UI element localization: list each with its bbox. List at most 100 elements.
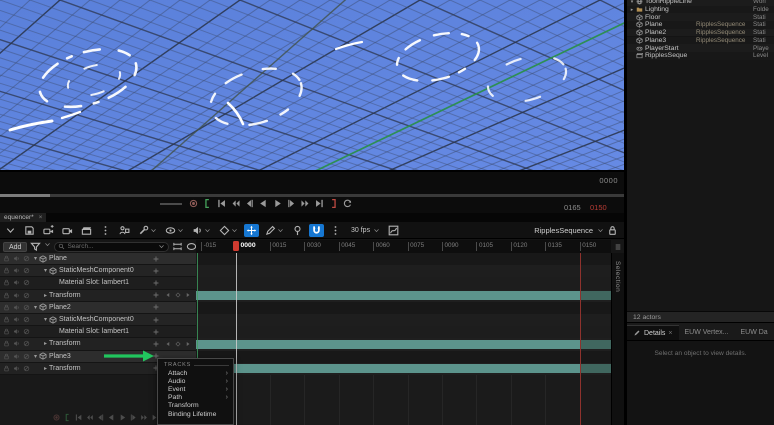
menu-item-event[interactable]: Event› bbox=[158, 385, 233, 393]
search-input[interactable] bbox=[67, 243, 155, 250]
previous-key-icon[interactable] bbox=[165, 341, 171, 347]
outliner-row-lighting[interactable]: ▸LightingFolde bbox=[627, 6, 774, 14]
jump-back-icon[interactable] bbox=[230, 198, 241, 209]
expander-icon[interactable]: ▸ bbox=[42, 340, 49, 347]
mute-icon[interactable] bbox=[13, 365, 20, 372]
mute-icon[interactable] bbox=[13, 279, 20, 286]
keying-settings-diamond-icon[interactable] bbox=[217, 224, 240, 237]
lock-icon[interactable] bbox=[3, 340, 10, 347]
next-key-icon[interactable] bbox=[185, 341, 191, 347]
lock-icon[interactable] bbox=[3, 353, 10, 360]
sequencer-tab[interactable]: equencer* × bbox=[0, 213, 46, 222]
transform-section-bar[interactable] bbox=[196, 291, 611, 300]
bracket-out-icon[interactable] bbox=[328, 198, 339, 209]
mute-icon[interactable] bbox=[13, 353, 20, 360]
expander-icon[interactable]: ▸ bbox=[42, 292, 49, 299]
lock-icon[interactable] bbox=[3, 267, 10, 274]
loop-icon[interactable] bbox=[342, 198, 353, 209]
actions-wrench-icon[interactable] bbox=[136, 224, 159, 237]
lock-icon[interactable] bbox=[607, 225, 618, 236]
outliner-row-plane[interactable]: PlaneRipplesSequenceStati bbox=[627, 21, 774, 29]
chevron-down-icon[interactable] bbox=[597, 227, 604, 234]
jump-forward-icon[interactable] bbox=[300, 198, 311, 209]
play-icon[interactable] bbox=[272, 198, 283, 209]
snap-magnet-icon[interactable] bbox=[309, 224, 324, 237]
mute-icon[interactable] bbox=[13, 304, 20, 311]
fps-dropdown[interactable]: 30 fps bbox=[347, 226, 382, 235]
transform-section-bar[interactable] bbox=[196, 364, 611, 373]
render-movie-icon[interactable] bbox=[79, 224, 94, 237]
tab-euw-vertex-[interactable]: EUW Vertex... bbox=[679, 325, 735, 340]
view-options-eye-icon[interactable] bbox=[163, 224, 186, 237]
add-section-button[interactable] bbox=[152, 279, 160, 287]
tab-details[interactable]: Details× bbox=[627, 325, 679, 340]
add-key-icon[interactable] bbox=[175, 292, 181, 298]
auto-key-icon[interactable] bbox=[244, 224, 259, 237]
expander-icon[interactable]: ▾ bbox=[42, 316, 49, 323]
expander-icon[interactable]: ▾ bbox=[629, 0, 635, 5]
deactivate-icon[interactable] bbox=[23, 279, 30, 286]
3d-viewport[interactable] bbox=[0, 0, 624, 170]
jump-forward-icon[interactable] bbox=[140, 413, 149, 422]
add-section-button[interactable] bbox=[152, 328, 160, 336]
close-icon[interactable]: × bbox=[668, 330, 672, 337]
sequence-breadcrumb[interactable]: RipplesSequence bbox=[534, 226, 593, 235]
slate-icon[interactable] bbox=[22, 224, 37, 237]
expander-icon[interactable]: ▾ bbox=[32, 255, 39, 262]
previous-key-icon[interactable] bbox=[165, 292, 171, 298]
camera-icon[interactable] bbox=[60, 224, 75, 237]
track-row-transform[interactable]: ▸Transform bbox=[0, 290, 196, 302]
mute-icon[interactable] bbox=[13, 255, 20, 262]
curve-editor-icon[interactable] bbox=[386, 224, 401, 237]
menu-item-transform[interactable]: Transform bbox=[158, 402, 233, 410]
track-row-staticmeshcomponent0[interactable]: ▾StaticMeshComponent0 bbox=[0, 265, 196, 277]
track-row-plane2[interactable]: ▾Plane2 bbox=[0, 302, 196, 314]
deactivate-icon[interactable] bbox=[23, 304, 30, 311]
outliner-row-plane2[interactable]: Plane2RipplesSequenceStati bbox=[627, 29, 774, 37]
viewport-scrubber[interactable] bbox=[0, 194, 624, 197]
add-section-button[interactable] bbox=[152, 267, 160, 275]
jump-back-icon[interactable] bbox=[85, 413, 94, 422]
bracket-in-icon[interactable] bbox=[63, 413, 72, 422]
transform-section-bar[interactable] bbox=[196, 340, 611, 349]
step-back-icon[interactable] bbox=[244, 198, 255, 209]
more-dots-icon[interactable] bbox=[98, 224, 113, 237]
director-blueprint-icon[interactable] bbox=[117, 224, 132, 237]
add-track-button[interactable]: Add bbox=[3, 242, 27, 252]
deactivate-icon[interactable] bbox=[23, 267, 30, 274]
deactivate-icon[interactable] bbox=[23, 340, 30, 347]
menu-item-path[interactable]: Path› bbox=[158, 394, 233, 402]
play-reverse-icon[interactable] bbox=[107, 413, 116, 422]
add-section-button[interactable] bbox=[152, 316, 160, 324]
bracket-in-icon[interactable] bbox=[202, 198, 213, 209]
outliner-row-floor[interactable]: FloorStati bbox=[627, 13, 774, 21]
record-icon[interactable] bbox=[52, 413, 61, 422]
deactivate-icon[interactable] bbox=[23, 328, 30, 335]
deactivate-icon[interactable] bbox=[23, 316, 30, 323]
expander-icon[interactable]: ▾ bbox=[32, 304, 39, 311]
step-forward-icon[interactable] bbox=[286, 198, 297, 209]
add-section-button[interactable] bbox=[152, 303, 160, 311]
record-icon[interactable] bbox=[188, 198, 199, 209]
timeline-area[interactable] bbox=[196, 253, 611, 425]
track-row-plane[interactable]: ▾Plane bbox=[0, 253, 196, 265]
deactivate-icon[interactable] bbox=[23, 292, 30, 299]
chevron-down-icon[interactable] bbox=[158, 243, 165, 250]
play-reverse-icon[interactable] bbox=[258, 198, 269, 209]
playhead-line[interactable] bbox=[236, 253, 237, 425]
playback-options-speaker-icon[interactable] bbox=[190, 224, 213, 237]
track-row-staticmeshcomponent0[interactable]: ▾StaticMeshComponent0 bbox=[0, 314, 196, 326]
expander-icon[interactable]: ▸ bbox=[42, 365, 49, 372]
to-end-icon[interactable] bbox=[314, 198, 325, 209]
deactivate-icon[interactable] bbox=[23, 365, 30, 372]
lock-icon[interactable] bbox=[3, 316, 10, 323]
track-row-transform[interactable]: ▸Transform bbox=[0, 338, 196, 350]
mute-icon[interactable] bbox=[13, 292, 20, 299]
tab-close-icon[interactable]: × bbox=[39, 213, 43, 222]
deactivate-icon[interactable] bbox=[23, 255, 30, 262]
step-back-icon[interactable] bbox=[96, 413, 105, 422]
mute-icon[interactable] bbox=[13, 267, 20, 274]
outliner-row-playerstart[interactable]: PlayerStartPlaye bbox=[627, 44, 774, 52]
mute-icon[interactable] bbox=[13, 316, 20, 323]
track-row-material-slot-lambert1[interactable]: Material Slot: lambert1 bbox=[0, 326, 196, 338]
